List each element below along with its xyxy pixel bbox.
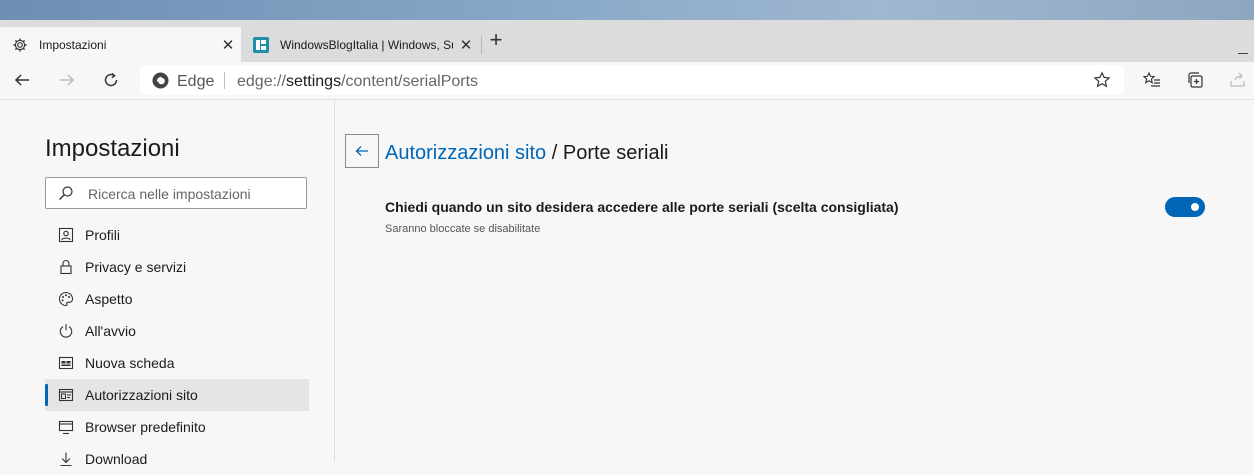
toolbar: Edge edge://settings/content/serialPorts [0, 62, 1254, 100]
sidebar-item-download[interactable]: Download [45, 443, 309, 475]
close-tab-icon[interactable]: ✕ [215, 36, 241, 54]
sidebar-item-aspetto[interactable]: Aspetto [45, 283, 309, 315]
favorites-button[interactable] [1138, 66, 1166, 94]
sidebar-item-autorizzazioni-sito[interactable]: Autorizzazioni sito [45, 379, 309, 411]
favorite-star-icon[interactable] [1093, 71, 1111, 89]
new-tab-icon [57, 354, 75, 372]
tab-impostazioni[interactable]: Impostazioni ✕ [0, 27, 241, 62]
sidebar-item-label: All'avvio [85, 323, 136, 339]
breadcrumb-link-autorizzazioni-sito[interactable]: Autorizzazioni sito [385, 142, 546, 164]
site-permissions-icon [57, 386, 75, 404]
close-tab-icon[interactable]: ✕ [453, 36, 479, 54]
sidebar-item-label: Browser predefinito [85, 419, 206, 435]
tab-windowsblogitalia[interactable]: WindowsBlogItalia | Windows, Su ✕ [241, 27, 479, 62]
sidebar-item-browser-predefinito[interactable]: Browser predefinito [45, 411, 309, 443]
tab-strip: Impostazioni ✕ WindowsBlogItalia | Windo… [0, 20, 1254, 62]
favorites-list-icon [1143, 71, 1160, 87]
share-icon [1230, 72, 1245, 87]
sidebar-item-nuova-scheda[interactable]: Nuova scheda [45, 347, 309, 379]
sidebar-item-profili[interactable]: Profili [45, 219, 309, 251]
new-tab-button[interactable]: + [485, 29, 507, 54]
collections-icon [1188, 72, 1203, 88]
sidebar-item-avvio[interactable]: All'avvio [45, 315, 309, 347]
palette-icon [57, 290, 75, 308]
settings-title: Impostazioni [45, 135, 180, 162]
sidebar-item-label: Profili [85, 227, 121, 243]
edge-logo-icon [152, 72, 169, 89]
sidebar-item-label: Autorizzazioni sito [85, 387, 198, 403]
serial-ports-toggle[interactable] [1165, 197, 1205, 217]
tab-title: Impostazioni [39, 37, 107, 52]
settings-sidebar: Impostazioni Profili Privacy e servizi A… [0, 100, 335, 467]
arrow-right-icon [60, 74, 75, 86]
profile-icon [57, 226, 75, 244]
desktop-background [0, 0, 1254, 20]
default-browser-icon [57, 418, 75, 436]
serial-ports-setting-label: Chiedi quando un sito desidera accedere … [385, 199, 899, 215]
collections-button[interactable] [1182, 66, 1210, 94]
sidebar-item-label: Nuova scheda [85, 355, 175, 371]
url-scheme: edge:// [237, 73, 286, 90]
power-icon [57, 322, 75, 340]
tab-title: WindowsBlogItalia | Windows, Su [280, 37, 453, 52]
download-icon [57, 450, 75, 468]
refresh-button[interactable] [97, 66, 125, 94]
address-bar[interactable]: Edge edge://settings/content/serialPorts [140, 65, 1124, 95]
refresh-icon [104, 72, 118, 87]
sidebar-item-label: Aspetto [85, 291, 133, 307]
settings-content: Autorizzazioni sito / Porte seriali Chie… [335, 100, 1254, 462]
arrow-left-icon [14, 74, 29, 86]
settings-search[interactable] [45, 177, 307, 209]
search-icon [59, 186, 73, 200]
minimize-icon[interactable] [1238, 53, 1248, 54]
sidebar-item-label: Download [85, 451, 148, 467]
tab-separator [481, 36, 482, 54]
arrow-left-icon [355, 146, 368, 156]
url-text[interactable]: edge://settings/content/serialPorts [237, 73, 478, 91]
toggle-knob [1191, 203, 1199, 211]
edge-label: Edge [177, 73, 215, 90]
gear-icon [12, 37, 28, 53]
serial-ports-setting-description: Saranno bloccate se disabilitate [385, 223, 541, 235]
page-title: Autorizzazioni sito / Porte seriali [385, 142, 668, 165]
site-favicon-icon [253, 36, 269, 53]
sidebar-item-label: Privacy e servizi [85, 259, 187, 275]
address-separator [224, 72, 225, 89]
lock-icon [57, 258, 75, 276]
search-input[interactable] [86, 183, 300, 205]
breadcrumb-current: Porte seriali [562, 142, 669, 164]
share-button[interactable] [1224, 66, 1252, 94]
url-path: /content/serialPorts [341, 73, 479, 90]
back-to-site-permissions-button[interactable] [345, 134, 379, 168]
back-button[interactable] [8, 66, 36, 94]
breadcrumb-separator: / [546, 142, 563, 164]
sidebar-item-privacy[interactable]: Privacy e servizi [45, 251, 309, 283]
url-host: settings [285, 73, 342, 90]
forward-button[interactable] [53, 66, 81, 94]
